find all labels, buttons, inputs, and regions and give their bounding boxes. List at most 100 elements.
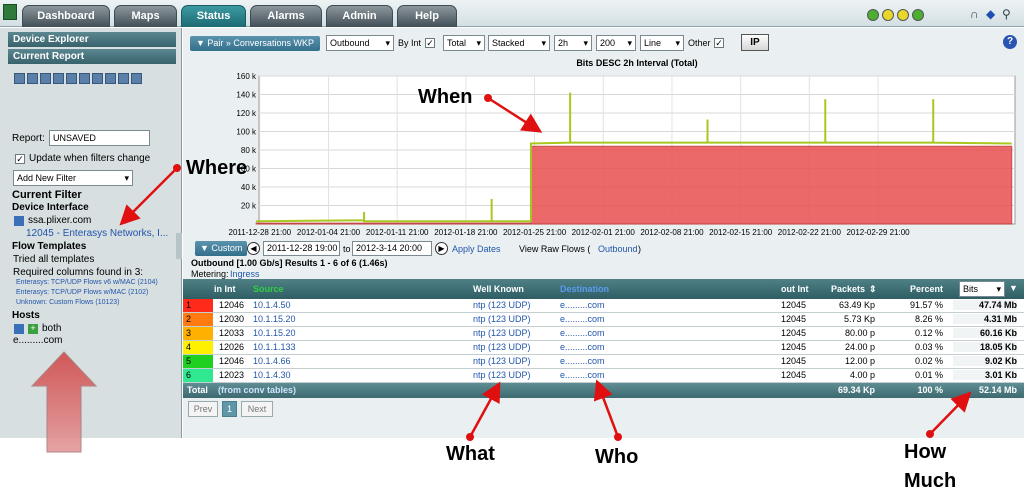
diamond-icon[interactable]: ◆	[986, 8, 995, 21]
col-out-int[interactable]: out Int	[781, 284, 809, 294]
well-known-cell[interactable]: ntp (123 UDP)	[473, 342, 531, 352]
table-row[interactable]: 2 12030 10.1.15.20 ntp (123 UDP) e.........c…	[183, 313, 1024, 327]
source-cell[interactable]: 10.1.15.20	[253, 328, 296, 338]
destination-cell[interactable]: e.........com	[560, 314, 605, 324]
update-checkbox[interactable]: ✓	[15, 154, 25, 164]
report-tool-icon[interactable]	[53, 73, 64, 84]
metering-link[interactable]: Ingress	[230, 269, 260, 279]
in-int-cell: 12033	[219, 328, 245, 338]
status-dot-icon[interactable]	[882, 9, 894, 21]
status-dot-icon[interactable]	[897, 9, 909, 21]
packets-cell: 5.73 Kp	[843, 314, 875, 324]
source-cell[interactable]: 10.1.4.66	[253, 356, 291, 366]
well-known-cell[interactable]: ntp (123 UDP)	[473, 356, 531, 366]
col-packets[interactable]: Packets	[831, 284, 865, 294]
what-annotation: What	[446, 443, 495, 465]
update-label: Update when filters change	[29, 153, 151, 164]
y-tick-label: 140 k	[236, 91, 257, 100]
custom-range-button[interactable]: ▼ Custom	[195, 241, 248, 256]
report-tool-icon[interactable]	[92, 73, 103, 84]
headset-icon[interactable]: ∩	[970, 8, 979, 21]
much-annotation: Much	[904, 470, 957, 492]
report-tool-icon[interactable]	[131, 73, 142, 84]
pin-icon[interactable]: ⚲	[1002, 8, 1011, 21]
rank-cell: 2	[183, 313, 213, 326]
report-tool-icon[interactable]	[27, 73, 38, 84]
prev-page-button[interactable]: Prev	[188, 401, 218, 417]
device-host[interactable]: ssa.plixer.com	[28, 215, 91, 226]
sort-icon[interactable]: ⇕	[869, 284, 877, 295]
out-int-cell: 12045	[781, 300, 807, 310]
add-filter-select[interactable]: Add New Filter	[13, 170, 133, 186]
where-annotation: Where	[186, 157, 248, 179]
next-range-icon[interactable]: ▶	[435, 242, 448, 255]
tab-status[interactable]: Status	[181, 5, 246, 27]
report-tool-icon[interactable]	[118, 73, 129, 84]
report-tool-icon[interactable]	[79, 73, 90, 84]
template-link[interactable]: Enterasys: TCP/UDP Flows w/MAC (2102)	[16, 289, 148, 296]
footer-from[interactable]: (from conv tables)	[218, 385, 296, 395]
destination-cell[interactable]: e.........com	[560, 342, 605, 352]
source-cell[interactable]: 10.1.1.133	[253, 342, 296, 352]
table-row[interactable]: 5 12046 10.1.4.66 ntp (123 UDP) e.........co…	[183, 355, 1024, 369]
status-dot-icon[interactable]	[912, 9, 924, 21]
end-date-input[interactable]: 2012-3-14 20:00	[352, 241, 432, 256]
x-tick-label: 2012-02-08 21:00	[640, 228, 704, 237]
destination-cell[interactable]: e.........com	[560, 370, 605, 380]
rank-cell: 4	[183, 341, 213, 354]
plus-icon[interactable]: +	[28, 324, 38, 334]
source-cell[interactable]: 10.1.4.30	[253, 370, 291, 380]
next-page-button[interactable]: Next	[241, 401, 273, 417]
page-1-button[interactable]: 1	[222, 401, 237, 417]
destination-cell[interactable]: e.........com	[560, 300, 605, 310]
col-source[interactable]: Source	[253, 284, 284, 294]
sidebar-splitter-handle[interactable]	[176, 233, 182, 259]
report-tool-icon[interactable]	[105, 73, 116, 84]
report-name-input[interactable]	[49, 130, 150, 146]
tab-help[interactable]: Help	[397, 5, 457, 27]
table-row[interactable]: 4 12026 10.1.1.133 ntp (123 UDP) e.........c…	[183, 341, 1024, 355]
host-value[interactable]: e.........com	[13, 335, 62, 346]
destination-cell[interactable]: e.........com	[560, 328, 605, 338]
unit-select[interactable]: Bits	[959, 281, 1005, 297]
start-date-input[interactable]: 2011-12-28 19:00	[263, 241, 340, 256]
in-int-cell: 12023	[219, 370, 245, 380]
col-destination[interactable]: Destination	[560, 284, 609, 294]
tab-maps[interactable]: Maps	[114, 5, 177, 27]
device-explorer-header[interactable]: Device Explorer	[8, 32, 176, 47]
chevron-down-icon[interactable]: ▼	[1009, 283, 1018, 293]
tab-dashboard[interactable]: Dashboard	[22, 5, 110, 27]
source-cell[interactable]: 10.1.15.20	[253, 314, 296, 324]
device-interface-heading: Device Interface	[12, 202, 89, 213]
template-link[interactable]: Unknown: Custom Flows (10123)	[16, 299, 120, 306]
current-report-header[interactable]: Current Report	[8, 49, 176, 64]
table-row[interactable]: 1 12046 10.1.4.50 ntp (123 UDP) e.........co…	[183, 299, 1024, 313]
apply-dates-link[interactable]: Apply Dates	[452, 244, 501, 254]
raw-flows-label: View Raw Flows (	[519, 244, 591, 254]
col-well-known[interactable]: Well Known	[473, 284, 524, 294]
prev-range-icon[interactable]: ◀	[247, 242, 260, 255]
packets-cell: 24.00 p	[844, 342, 875, 352]
report-tool-icon[interactable]	[14, 73, 25, 84]
well-known-cell[interactable]: ntp (123 UDP)	[473, 314, 531, 324]
destination-cell[interactable]: e.........com	[560, 356, 605, 366]
when-annotation: When	[418, 86, 473, 108]
tab-admin[interactable]: Admin	[326, 5, 393, 27]
report-label: Report:	[12, 133, 45, 144]
device-interface-link[interactable]: 12045 - Enterasys Networks, I...	[26, 228, 168, 239]
well-known-cell[interactable]: ntp (123 UDP)	[473, 300, 531, 310]
raw-flows-link[interactable]: Outbound	[598, 244, 638, 254]
well-known-cell[interactable]: ntp (123 UDP)	[473, 370, 531, 380]
source-cell[interactable]: 10.1.4.50	[253, 300, 291, 310]
status-dot-icon[interactable]	[867, 9, 879, 21]
tab-alarms[interactable]: Alarms	[250, 5, 322, 27]
report-tool-icon[interactable]	[66, 73, 77, 84]
well-known-cell[interactable]: ntp (123 UDP)	[473, 328, 531, 338]
table-row[interactable]: 3 12033 10.1.15.20 ntp (123 UDP) e.........c…	[183, 327, 1024, 341]
col-percent[interactable]: Percent	[910, 284, 943, 294]
x-tick-label: 2012-02-01 21:00	[572, 228, 636, 237]
table-row[interactable]: 6 12023 10.1.4.30 ntp (123 UDP) e.........co…	[183, 369, 1024, 383]
col-in-int[interactable]: in Int	[214, 284, 236, 294]
template-link[interactable]: Enterasys: TCP/UDP Flows v6 w/MAC (2104)	[16, 279, 158, 286]
report-tool-icon[interactable]	[40, 73, 51, 84]
